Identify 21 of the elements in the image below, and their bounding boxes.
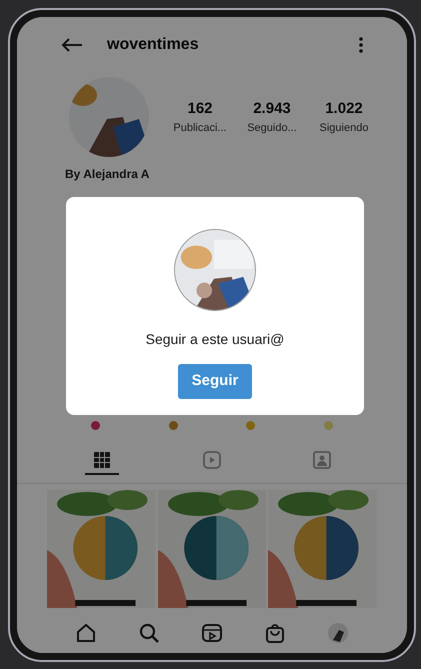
- person-tag-icon: [311, 449, 333, 471]
- home-icon[interactable]: [75, 622, 97, 644]
- grid-icon: [91, 449, 113, 471]
- back-arrow-icon[interactable]: [61, 38, 83, 52]
- profile-name: By Alejandra A: [64, 166, 150, 183]
- video-icon[interactable]: [201, 622, 223, 644]
- more-options-icon[interactable]: [359, 37, 363, 53]
- stat-count: 1.022: [325, 98, 363, 118]
- profile-username: woventimes: [107, 35, 199, 55]
- shopping-bag-icon[interactable]: [264, 622, 286, 644]
- dialog-message: Seguir a este usuari@: [146, 330, 284, 349]
- follow-button[interactable]: Seguir: [178, 364, 252, 398]
- stat-count: 2.943: [253, 98, 291, 118]
- stat-label: Publicaci...: [173, 121, 227, 136]
- stat-label: Siguiendo: [320, 121, 368, 136]
- video-icon: [201, 449, 223, 471]
- profile-avatar-icon[interactable]: [327, 622, 349, 644]
- stat-count: 162: [187, 98, 213, 118]
- profile-tab[interactable]: [85, 449, 119, 475]
- search-icon[interactable]: [138, 622, 160, 644]
- stat-label: Seguido...: [247, 121, 297, 136]
